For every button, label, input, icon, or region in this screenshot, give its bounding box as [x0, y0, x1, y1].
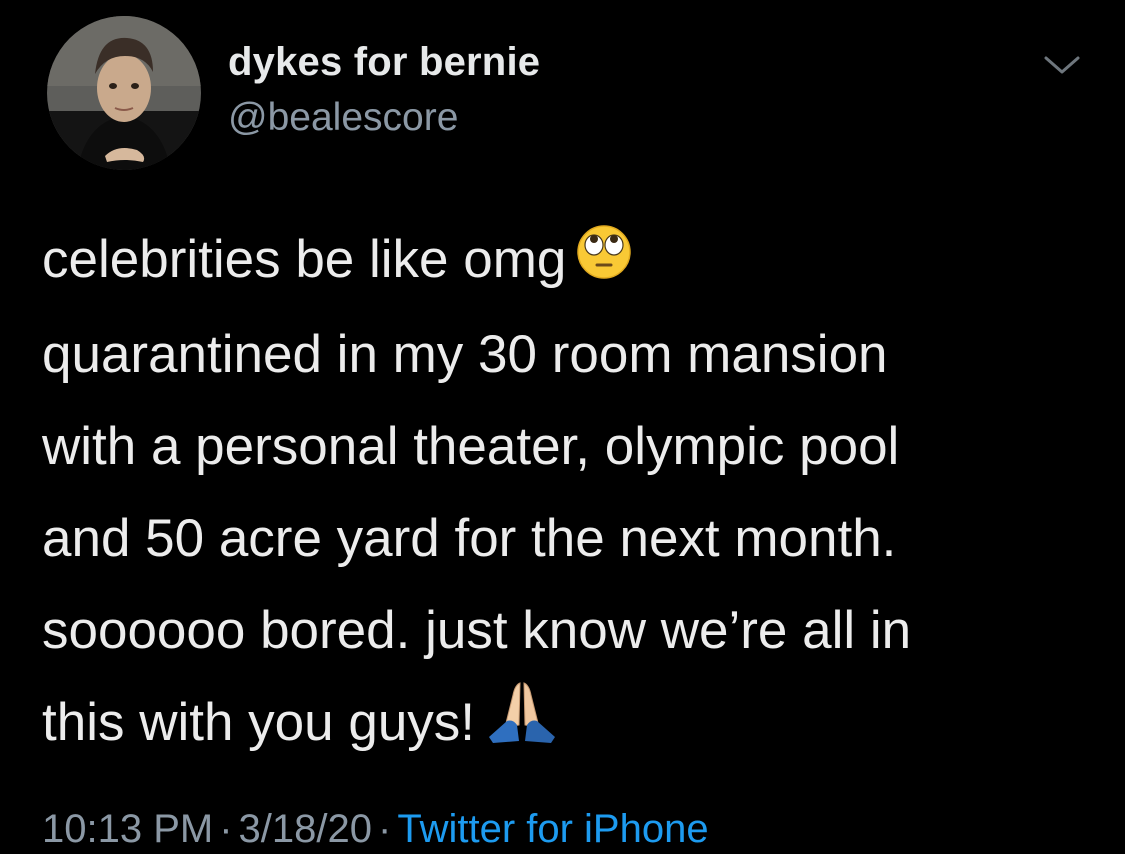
tweet-line: this with you guys!: [42, 677, 1082, 774]
tweet-text: celebrities be like omg quarantined in m…: [42, 214, 1082, 774]
chevron-down-icon[interactable]: [1040, 50, 1084, 80]
folded-hands-icon: [485, 679, 559, 774]
face-with-rolling-eyes-icon: [576, 217, 632, 309]
tweet-line-text: this with you guys!: [42, 693, 476, 752]
tweet-metadata: 10:13 PM · 3/18/20 · Twitter for iPhone: [42, 807, 709, 852]
tweet-line: with a personal theater, olympic pool: [42, 417, 900, 476]
avatar[interactable]: [47, 16, 201, 170]
display-name[interactable]: dykes for bernie: [228, 40, 540, 85]
tweet: dykes for bernie @bealescore celebrities…: [0, 0, 1125, 854]
tweet-source-link[interactable]: Twitter for iPhone: [397, 807, 708, 851]
separator: ·: [219, 807, 233, 851]
tweet-line: and 50 acre yard for the next month.: [42, 509, 897, 568]
user-handle[interactable]: @bealescore: [228, 96, 458, 140]
avatar-image: [47, 16, 201, 170]
tweet-time[interactable]: 10:13 PM: [42, 807, 213, 851]
tweet-line-text: celebrities be like omg: [42, 230, 567, 289]
tweet-line: celebrities be like omg: [42, 214, 1082, 309]
tweet-line: quarantined in my 30 room mansion: [42, 325, 888, 384]
tweet-line: soooooo bored. just know we’re all in: [42, 601, 912, 660]
tweet-date[interactable]: 3/18/20: [239, 807, 372, 851]
separator: ·: [378, 807, 392, 851]
